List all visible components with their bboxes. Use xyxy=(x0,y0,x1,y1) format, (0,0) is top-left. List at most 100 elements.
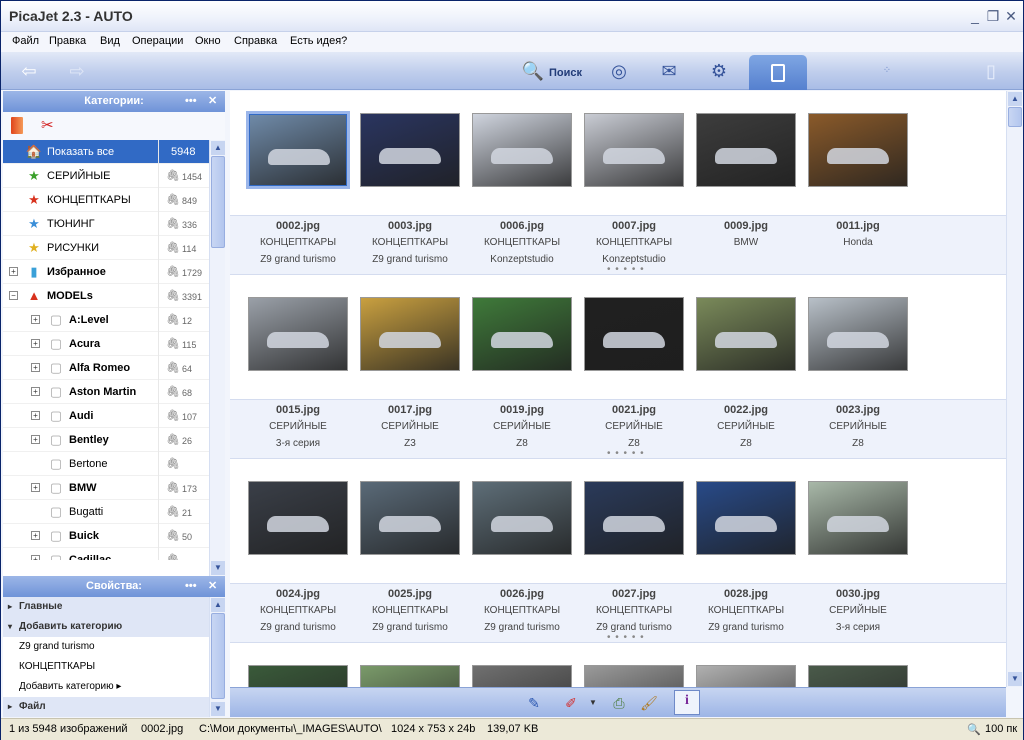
thumbnail-image[interactable] xyxy=(696,113,796,187)
scroll-thumb[interactable] xyxy=(211,156,225,248)
expand-toggle-icon[interactable]: + xyxy=(9,267,18,276)
property-item[interactable]: КОНЦЕПТКАРЫ xyxy=(3,657,209,677)
menu-edit[interactable]: Правка xyxy=(49,35,86,47)
thumbnail-caption[interactable]: 0021.jpg СЕРИЙНЫЕ Z8 xyxy=(578,402,690,452)
property-group-header[interactable]: ▾ Добавить категорию xyxy=(3,617,209,637)
thumbnail-image[interactable] xyxy=(808,113,908,187)
category-item[interactable]: ▢ Bugatti 🖇 21 xyxy=(3,500,209,524)
thumbnail-caption[interactable]: 0030.jpg СЕРИЙНЫЕ 3-я серия xyxy=(802,586,914,636)
thumbnail-image[interactable] xyxy=(248,481,348,555)
thumbnail-image[interactable] xyxy=(584,113,684,187)
category-item[interactable]: + ▢ Acura 🖇 115 xyxy=(3,332,209,356)
menu-window[interactable]: Окно xyxy=(195,35,221,47)
restore-button[interactable]: ❐ xyxy=(985,8,1001,24)
menu-idea[interactable]: Есть идея? xyxy=(290,35,347,47)
property-item[interactable]: Добавить категорию ▸ xyxy=(3,677,209,697)
new-category-icon[interactable] xyxy=(11,117,23,134)
eraser-icon[interactable]: ✐ xyxy=(560,693,582,713)
thumbnail-caption[interactable]: 0026.jpg КОНЦЕПТКАРЫ Z9 grand turismo xyxy=(466,586,578,636)
thumbnail-image[interactable] xyxy=(360,481,460,555)
expand-toggle-icon[interactable]: + xyxy=(31,387,40,396)
thumbnail-caption[interactable]: 0007.jpg КОНЦЕПТКАРЫ Konzeptstudio xyxy=(578,218,690,268)
props-scroll-up-icon[interactable]: ▲ xyxy=(211,598,225,612)
category-item[interactable]: + ▮ Избранное 🖇 1729 xyxy=(3,260,209,284)
thumbnail-image[interactable] xyxy=(584,481,684,555)
search-label[interactable]: Поиск xyxy=(549,67,582,79)
search-icon[interactable]: 🔍 xyxy=(521,60,545,82)
print-icon[interactable]: ⎙ xyxy=(608,693,630,713)
content-scroll-down-icon[interactable]: ▼ xyxy=(1008,672,1022,686)
thumbnail-caption[interactable]: 0024.jpg КОНЦЕПТКАРЫ Z9 grand turismo xyxy=(242,586,354,636)
thumbnail-caption[interactable]: 0028.jpg КОНЦЕПТКАРЫ Z9 grand turismo xyxy=(690,586,802,636)
forward-arrow-icon[interactable]: ⇨ xyxy=(65,60,89,82)
thumbnail-image[interactable] xyxy=(696,665,796,687)
scroll-up-icon[interactable]: ▲ xyxy=(211,141,225,155)
expand-toggle-icon[interactable]: + xyxy=(31,435,40,444)
thumbnail-image[interactable] xyxy=(696,481,796,555)
expand-toggle-icon[interactable]: + xyxy=(31,339,40,348)
expand-toggle-icon[interactable]: + xyxy=(31,531,40,540)
thumbnail-image[interactable] xyxy=(584,297,684,371)
properties-close-button[interactable]: ✕ xyxy=(208,576,217,597)
expand-toggle-icon[interactable]: + xyxy=(31,363,40,372)
properties-options-button[interactable]: ••• xyxy=(185,576,197,597)
props-scroll-down-icon[interactable]: ▼ xyxy=(211,702,225,716)
property-item[interactable]: Z9 grand turismo xyxy=(3,637,209,657)
thumbnail-image[interactable] xyxy=(472,113,572,187)
thumbnail-image[interactable] xyxy=(808,481,908,555)
thumbnail-image[interactable] xyxy=(472,665,572,687)
thumbnail-caption[interactable]: 0015.jpg СЕРИЙНЫЕ 3-я серия xyxy=(242,402,354,452)
thumbnail-caption[interactable]: 0006.jpg КОНЦЕПТКАРЫ Konzeptstudio xyxy=(466,218,578,268)
thumbnail-caption[interactable]: 0011.jpg Honda xyxy=(802,218,914,268)
email-icon[interactable]: ✉ xyxy=(657,60,681,82)
thumbnail-image[interactable] xyxy=(360,297,460,371)
menu-file[interactable]: Файл xyxy=(12,35,39,47)
thumbnail-image[interactable] xyxy=(360,665,460,687)
category-item[interactable]: 🏠 Показать все 5948 xyxy=(3,140,209,164)
thumbnail-image[interactable] xyxy=(696,297,796,371)
category-item[interactable]: + ▢ BMW 🖇 173 xyxy=(3,476,209,500)
expand-toggle-icon[interactable]: + xyxy=(31,555,40,560)
content-scroll-thumb[interactable] xyxy=(1008,107,1022,127)
thumbnail-image[interactable] xyxy=(472,481,572,555)
category-item[interactable]: ▢ Bertone 🖇 xyxy=(3,452,209,476)
category-item[interactable]: + ▢ Alfa Romeo 🖇 64 xyxy=(3,356,209,380)
category-item[interactable]: ★ РИСУНКИ 🖇 114 xyxy=(3,236,209,260)
menu-view[interactable]: Вид xyxy=(100,35,120,47)
property-group-header[interactable]: ▸ Главные xyxy=(3,597,209,617)
thumbnail-image[interactable] xyxy=(248,297,348,371)
thumbnail-caption[interactable]: 0002.jpg КОНЦЕПТКАРЫ Z9 grand turismo xyxy=(242,218,354,268)
info-icon[interactable]: i xyxy=(674,690,700,715)
property-group-header[interactable]: ▸ Файл xyxy=(3,697,209,717)
grid-view-icon[interactable]: ⁘ xyxy=(875,60,899,82)
expand-toggle-icon[interactable]: + xyxy=(31,483,40,492)
thumbnail-image[interactable] xyxy=(248,665,348,687)
thumbnail-image[interactable] xyxy=(360,113,460,187)
category-scrollbar[interactable]: ▲ ▼ xyxy=(209,140,225,576)
eraser-dropdown-icon[interactable]: ▼ xyxy=(582,693,604,713)
category-item[interactable]: − ▲ MODELs 🖇 3391 xyxy=(3,284,209,308)
thumbnail-caption[interactable]: 0003.jpg КОНЦЕПТКАРЫ Z9 grand turismo xyxy=(354,218,466,268)
thumbnail-image[interactable] xyxy=(584,665,684,687)
categories-close-button[interactable]: ✕ xyxy=(208,91,217,112)
thumbnail-image[interactable] xyxy=(246,111,350,189)
pen-icon[interactable]: ✎ xyxy=(523,693,545,713)
content-scrollbar[interactable]: ▲ ▼ xyxy=(1006,91,1022,687)
back-arrow-icon[interactable]: ⇦ xyxy=(17,60,41,82)
thumbnail-caption[interactable]: 0017.jpg СЕРИЙНЫЕ Z3 xyxy=(354,402,466,452)
thumbnail-caption[interactable]: 0022.jpg СЕРИЙНЫЕ Z8 xyxy=(690,402,802,452)
category-item[interactable]: + ▢ Aston Martin 🖇 68 xyxy=(3,380,209,404)
minimize-button[interactable]: _ xyxy=(967,8,983,24)
brush-icon[interactable]: 🖌 xyxy=(638,693,660,713)
category-item[interactable]: ★ ТЮНИНГ 🖇 336 xyxy=(3,212,209,236)
category-item[interactable]: + ▢ Cadillac 🖇 xyxy=(3,548,209,560)
category-item[interactable]: + ▢ Audi 🖇 107 xyxy=(3,404,209,428)
category-item[interactable]: + ▢ Buick 🖇 50 xyxy=(3,524,209,548)
view-mode-active-tab[interactable] xyxy=(749,55,807,90)
menu-help[interactable]: Справка xyxy=(234,35,277,47)
slideshow-icon[interactable]: ⚙ xyxy=(707,60,731,82)
thumbnail-caption[interactable]: 0019.jpg СЕРИЙНЫЕ Z8 xyxy=(466,402,578,452)
thumbnail-caption[interactable]: 0025.jpg КОНЦЕПТКАРЫ Z9 grand turismo xyxy=(354,586,466,636)
thumbnail-caption[interactable]: 0027.jpg КОНЦЕПТКАРЫ Z9 grand turismo xyxy=(578,586,690,636)
category-item[interactable]: ★ КОНЦЕПТКАРЫ 🖇 849 xyxy=(3,188,209,212)
